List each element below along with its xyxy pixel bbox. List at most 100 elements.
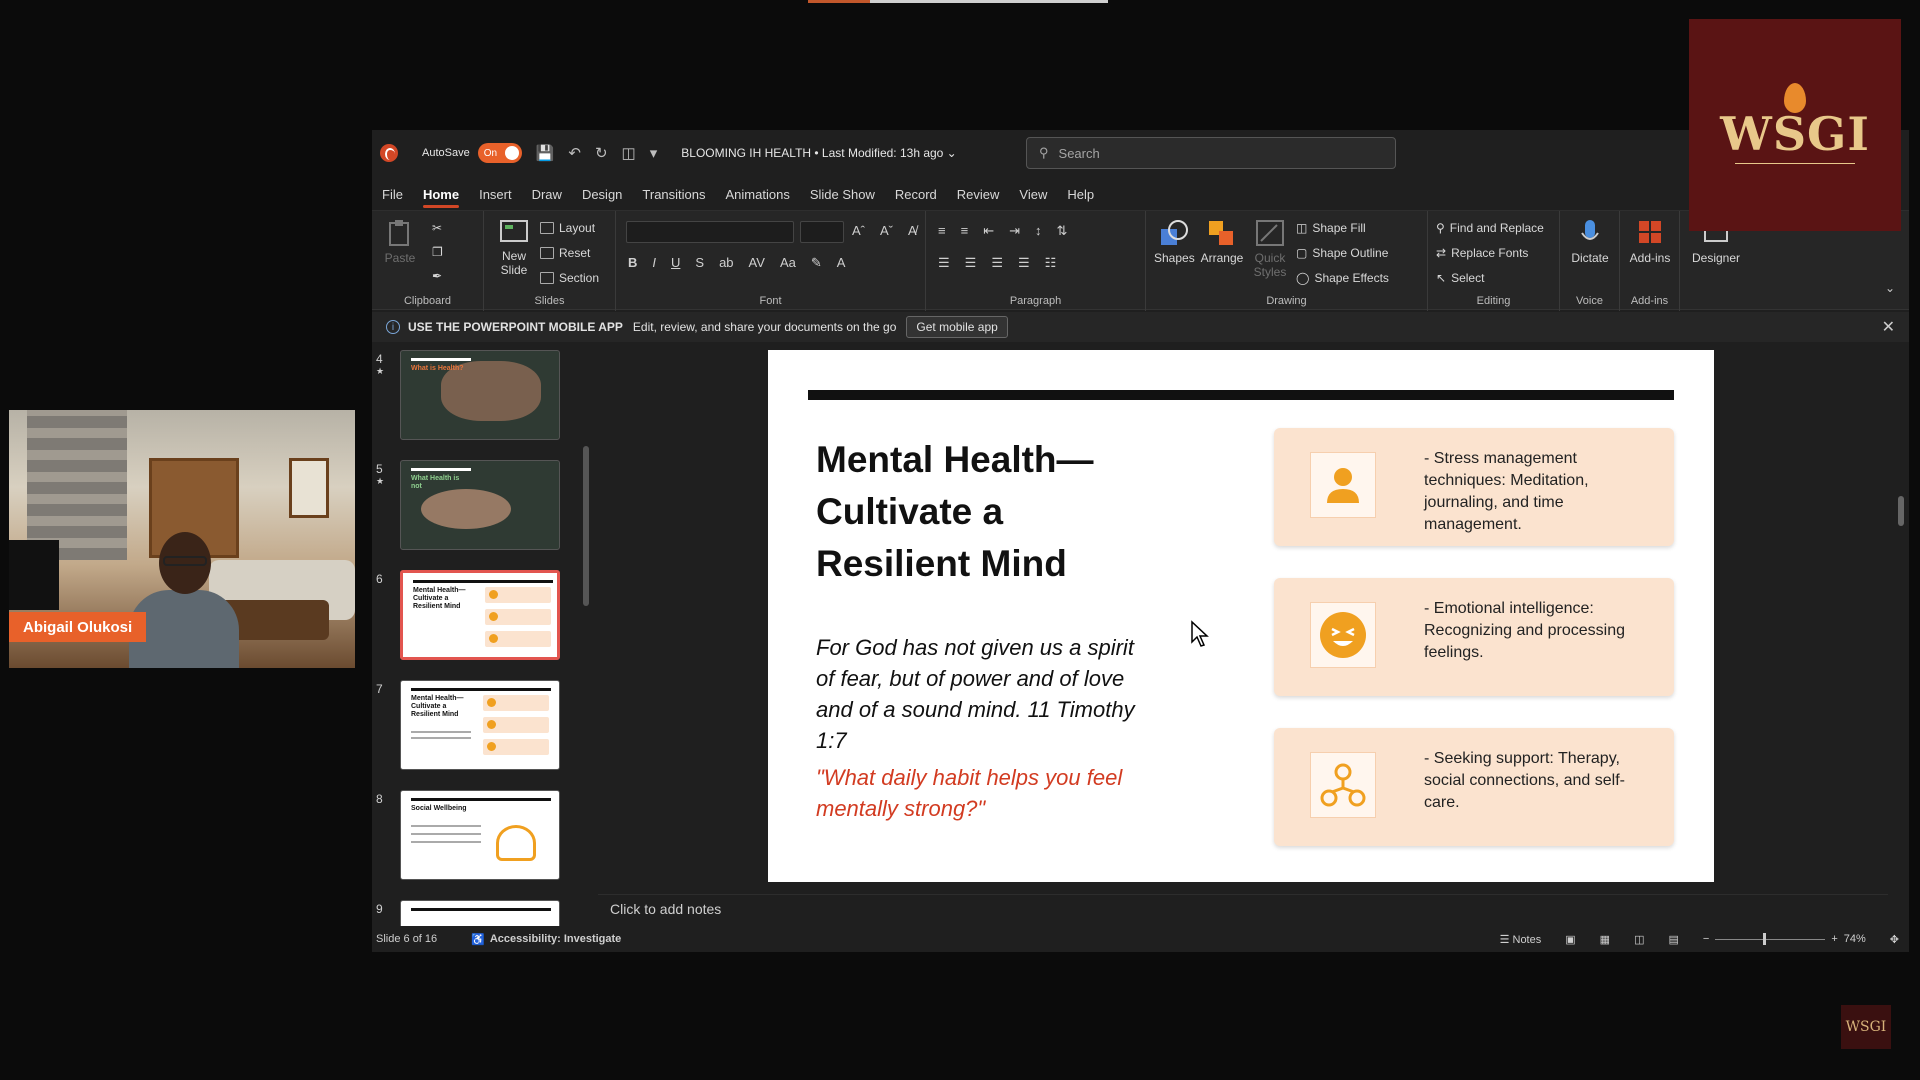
scripture-verse[interactable]: For God has not given us a spirit of fea… xyxy=(816,632,1186,756)
thumbnail-slide-5[interactable]: 5 ★ What Health is not xyxy=(372,460,572,550)
cut-icon[interactable]: ✂ xyxy=(432,221,442,235)
tab-insert[interactable]: Insert xyxy=(469,180,522,208)
scroll-thumb[interactable] xyxy=(1898,496,1904,526)
tab-file[interactable]: File xyxy=(372,180,413,208)
slide-sorter-icon[interactable]: ▦ xyxy=(1600,933,1610,946)
undo-icon[interactable]: ↶ xyxy=(568,144,581,162)
tab-transitions[interactable]: Transitions xyxy=(632,180,715,208)
slideshow-view-icon[interactable]: ▤ xyxy=(1668,933,1678,946)
tab-help[interactable]: Help xyxy=(1057,180,1104,208)
tab-home[interactable]: Home xyxy=(413,180,469,208)
fireplace-stone xyxy=(27,410,127,560)
format-painter-icon[interactable]: ✒ xyxy=(432,269,442,283)
columns-icon[interactable]: ☷ xyxy=(1045,255,1057,271)
zoom-in-icon[interactable]: + xyxy=(1831,933,1837,945)
customize-qat-icon[interactable]: ▾ xyxy=(650,144,658,162)
bold-icon[interactable]: B xyxy=(628,255,637,271)
increase-font-icon[interactable]: Aˆ xyxy=(852,223,865,238)
highlight-icon[interactable]: ✎ xyxy=(811,255,822,271)
line-spacing-icon[interactable]: ↕ xyxy=(1035,223,1042,239)
justify-icon[interactable]: ☰ xyxy=(1018,255,1030,271)
thumbnails-scrollbar[interactable] xyxy=(582,346,590,926)
present-icon[interactable]: ◫ xyxy=(622,144,636,162)
new-slide-button[interactable]: New Slide xyxy=(492,219,536,277)
layout-button[interactable]: Layout xyxy=(540,221,595,235)
thumbnail-slide-6[interactable]: 6 Mental Health— Cultivate a Resilient M… xyxy=(372,570,572,660)
select-button[interactable]: ↖ Select xyxy=(1436,271,1484,285)
shadow-icon[interactable]: S xyxy=(695,255,704,271)
zoom-slider[interactable] xyxy=(1715,932,1826,945)
dictate-button[interactable]: Dictate xyxy=(1566,219,1614,265)
normal-view-icon[interactable]: ▣ xyxy=(1565,933,1575,946)
font-family-select[interactable] xyxy=(626,221,794,243)
thumbnail-slide-9[interactable]: 9 xyxy=(372,900,572,926)
reading-view-icon[interactable]: ◫ xyxy=(1634,933,1644,946)
slide-scrollbar[interactable] xyxy=(1896,346,1906,894)
zoom-out-icon[interactable]: − xyxy=(1703,933,1709,945)
tip-card-support[interactable]: - Seeking support: Therapy, social conne… xyxy=(1274,728,1674,846)
accessibility-status[interactable]: ♿ Accessibility: Investigate xyxy=(471,933,621,946)
thumbnail-slide-7[interactable]: 7 Mental Health— Cultivate a Resilient M… xyxy=(372,680,572,770)
arrange-button[interactable]: Arrange xyxy=(1200,219,1244,265)
notes-button[interactable]: ☰ Notes xyxy=(1500,933,1542,946)
document-title[interactable]: BLOOMING IH HEALTH • Last Modified: 13h … xyxy=(681,146,956,160)
tab-record[interactable]: Record xyxy=(885,180,947,208)
tab-animations[interactable]: Animations xyxy=(716,180,800,208)
thumbnail-slide-8[interactable]: 8 Social Wellbeing xyxy=(372,790,572,880)
participant-video[interactable]: Abigail Olukosi xyxy=(9,410,355,668)
tab-view[interactable]: View xyxy=(1009,180,1057,208)
shape-fill-button[interactable]: ◫ Shape Fill xyxy=(1296,221,1366,235)
scroll-thumb[interactable] xyxy=(583,446,589,606)
section-button[interactable]: Section xyxy=(540,271,599,285)
clear-format-icon[interactable]: A̸ xyxy=(908,223,917,238)
quick-styles-button[interactable]: Quick Styles xyxy=(1250,219,1290,279)
collapse-ribbon-icon[interactable]: ⌄ xyxy=(1885,281,1895,295)
get-mobile-app-button[interactable]: Get mobile app xyxy=(906,316,1008,338)
italic-icon[interactable]: I xyxy=(652,255,656,271)
align-right-icon[interactable]: ☰ xyxy=(991,255,1003,271)
reset-button[interactable]: Reset xyxy=(540,246,590,260)
slide-title[interactable]: Mental Health— Cultivate a Resilient Min… xyxy=(816,434,1146,590)
copy-icon[interactable]: ❐ xyxy=(432,245,443,259)
bullets-icon[interactable]: ≡ xyxy=(938,223,946,239)
decrease-indent-icon[interactable]: ⇤ xyxy=(983,223,994,239)
numbering-icon[interactable]: ≡ xyxy=(961,223,969,239)
current-slide[interactable]: Mental Health— Cultivate a Resilient Min… xyxy=(768,350,1714,882)
addins-button[interactable]: Add-ins xyxy=(1626,219,1674,265)
align-left-icon[interactable]: ☰ xyxy=(938,255,950,271)
shape-outline-button[interactable]: ▢ Shape Outline xyxy=(1296,246,1388,260)
tip-card-emotional[interactable]: - Emotional intelligence: Recognizing an… xyxy=(1274,578,1674,696)
tab-review[interactable]: Review xyxy=(947,180,1010,208)
tab-draw[interactable]: Draw xyxy=(522,180,572,208)
shape-effects-button[interactable]: ◯ Shape Effects xyxy=(1296,271,1389,285)
autosave-toggle[interactable]: On xyxy=(477,143,522,163)
replace-fonts-button[interactable]: ⇄ Replace Fonts xyxy=(1436,246,1528,260)
underline-icon[interactable]: U xyxy=(671,255,680,271)
increase-indent-icon[interactable]: ⇥ xyxy=(1009,223,1020,239)
search-box[interactable]: ⚲ Search xyxy=(1026,137,1396,169)
change-case-icon[interactable]: Aa xyxy=(780,255,796,271)
paste-button[interactable]: Paste xyxy=(382,219,418,265)
strikethrough-icon[interactable]: ab xyxy=(719,255,733,271)
shape-outline-icon: ▢ xyxy=(1296,246,1308,260)
notes-pane[interactable]: Click to add notes xyxy=(598,894,1888,922)
text-direction-icon[interactable]: ⇅ xyxy=(1057,223,1068,239)
decrease-font-icon[interactable]: Aˇ xyxy=(880,223,893,238)
fit-to-window-icon[interactable]: ✥ xyxy=(1890,933,1899,946)
tab-slide-show[interactable]: Slide Show xyxy=(800,180,885,208)
redo-icon[interactable]: ↻ xyxy=(595,144,608,162)
zoom-level[interactable]: 74% xyxy=(1844,933,1866,945)
tab-design[interactable]: Design xyxy=(572,180,632,208)
font-color-icon[interactable]: A xyxy=(837,255,846,271)
shapes-button[interactable]: Shapes xyxy=(1154,219,1195,265)
find-replace-button[interactable]: ⚲ Find and Replace xyxy=(1436,221,1544,235)
tip-card-stress[interactable]: - Stress management techniques: Meditati… xyxy=(1274,428,1674,546)
close-infobar-icon[interactable]: ✕ xyxy=(1882,317,1895,337)
char-spacing-icon[interactable]: AV xyxy=(749,255,765,271)
thumbnail-slide-4[interactable]: 4 ★ What is Health? xyxy=(372,350,572,440)
font-size-select[interactable] xyxy=(800,221,844,243)
zoom-control[interactable]: − + 74% xyxy=(1703,932,1866,945)
save-icon[interactable]: 💾 xyxy=(536,144,555,162)
reflection-question[interactable]: "What daily habit helps you feel mentall… xyxy=(816,762,1176,824)
align-center-icon[interactable]: ☰ xyxy=(965,255,977,271)
